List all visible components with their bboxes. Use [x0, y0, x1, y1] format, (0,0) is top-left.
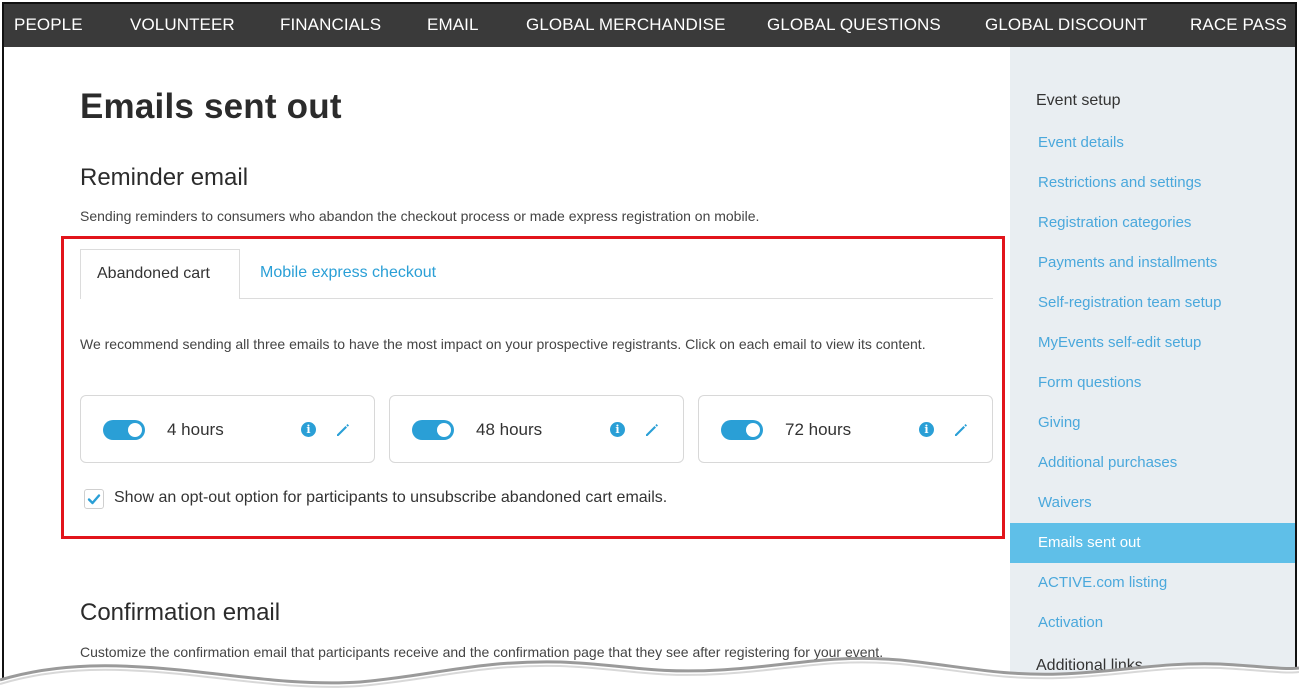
- sidebar-item-payments[interactable]: Payments and installments: [1010, 243, 1295, 283]
- sidebar: Event setup Event details Restrictions a…: [1010, 47, 1295, 696]
- pencil-icon[interactable]: [333, 420, 353, 440]
- info-icon[interactable]: i: [301, 422, 316, 437]
- page-title: Emails sent out: [80, 87, 342, 126]
- nav-race-pass[interactable]: RACE PASS: [1190, 15, 1287, 35]
- card-label: 48 hours: [476, 420, 543, 439]
- card-label: 4 hours: [167, 420, 224, 439]
- torn-edge: [0, 656, 1299, 700]
- pencil-icon[interactable]: [642, 420, 662, 440]
- checkmark-icon: [87, 494, 101, 505]
- sidebar-item-event-details[interactable]: Event details: [1010, 123, 1295, 163]
- pencil-icon[interactable]: [951, 420, 971, 440]
- email-card-48-hours[interactable]: 48 hours i: [389, 395, 684, 463]
- nav-volunteer[interactable]: VOLUNTEER: [130, 15, 235, 35]
- sidebar-item-emails-sent-out[interactable]: Emails sent out: [1010, 523, 1295, 563]
- screenshot-frame: PEOPLE VOLUNTEER FINANCIALS EMAIL GLOBAL…: [2, 2, 1297, 698]
- toggle-switch[interactable]: [721, 420, 763, 440]
- card-label: 72 hours: [785, 420, 852, 439]
- sidebar-item-giving[interactable]: Giving: [1010, 403, 1295, 443]
- info-icon[interactable]: i: [919, 422, 934, 437]
- sidebar-item-myevents[interactable]: MyEvents self-edit setup: [1010, 323, 1295, 363]
- info-icon[interactable]: i: [610, 422, 625, 437]
- tab-abandoned-cart[interactable]: Abandoned cart: [80, 249, 240, 299]
- nav-global-discount[interactable]: GLOBAL DISCOUNT: [985, 15, 1147, 35]
- sidebar-item-form-questions[interactable]: Form questions: [1010, 363, 1295, 403]
- sidebar-heading-event-setup: Event setup: [1036, 92, 1121, 109]
- nav-global-questions[interactable]: GLOBAL QUESTIONS: [767, 15, 941, 35]
- reminder-email-title: Reminder email: [80, 164, 249, 191]
- top-nav: PEOPLE VOLUNTEER FINANCIALS EMAIL GLOBAL…: [4, 4, 1295, 47]
- sidebar-item-active-listing[interactable]: ACTIVE.com listing: [1010, 563, 1295, 603]
- recommend-text: We recommend sending all three emails to…: [80, 336, 926, 352]
- confirmation-email-title: Confirmation email: [80, 599, 281, 626]
- sidebar-item-waivers[interactable]: Waivers: [1010, 483, 1295, 523]
- sidebar-item-restrictions[interactable]: Restrictions and settings: [1010, 163, 1295, 203]
- tab-mobile-express-checkout[interactable]: Mobile express checkout: [260, 264, 436, 282]
- reminder-email-description: Sending reminders to consumers who aband…: [80, 208, 760, 224]
- nav-email[interactable]: EMAIL: [427, 15, 479, 35]
- email-card-4-hours[interactable]: 4 hours i: [80, 395, 375, 463]
- nav-financials[interactable]: FINANCIALS: [280, 15, 381, 35]
- toggle-switch[interactable]: [412, 420, 454, 440]
- optout-label: Show an opt-out option for participants …: [114, 489, 668, 506]
- sidebar-item-team-setup[interactable]: Self-registration team setup: [1010, 283, 1295, 323]
- nav-people[interactable]: PEOPLE: [14, 15, 83, 35]
- main-content: Emails sent out Reminder email Sending r…: [4, 47, 1008, 696]
- nav-global-merchandise[interactable]: GLOBAL MERCHANDISE: [526, 15, 726, 35]
- toggle-switch[interactable]: [103, 420, 145, 440]
- optout-checkbox[interactable]: [84, 489, 104, 509]
- sidebar-item-additional-purchases[interactable]: Additional purchases: [1010, 443, 1295, 483]
- sidebar-item-registration-categories[interactable]: Registration categories: [1010, 203, 1295, 243]
- email-card-72-hours[interactable]: 72 hours i: [698, 395, 993, 463]
- sidebar-item-activation[interactable]: Activation: [1010, 603, 1295, 643]
